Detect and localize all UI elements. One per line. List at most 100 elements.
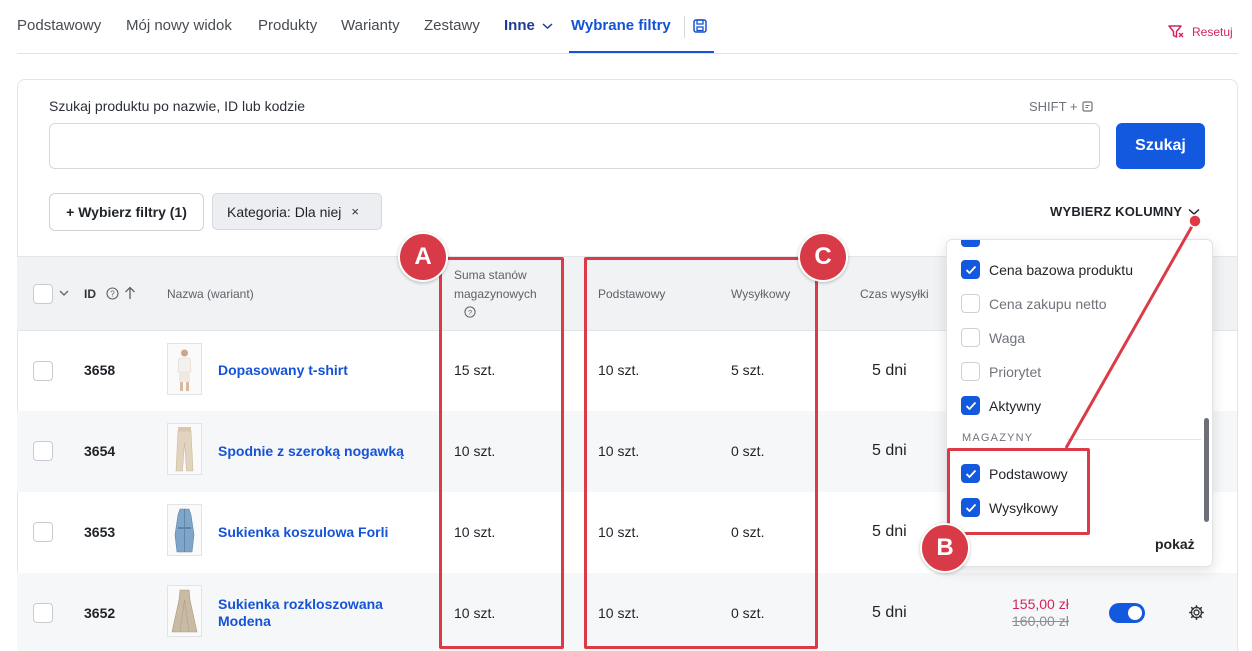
column-header-name[interactable]: Nazwa (wariant) [167,285,254,303]
search-input[interactable] [49,123,1100,169]
warehouse-option[interactable]: Podstawowy [961,464,1068,483]
active-toggle[interactable] [1109,603,1145,623]
warehouse-shipping-value: 0 szt. [731,605,765,621]
column-option[interactable]: Cena zakupu netto [961,294,1107,313]
help-icon[interactable]: ? [464,306,476,318]
product-name-link[interactable]: Sukienka rozkloszowana Modena [218,596,383,630]
ship-time-value[interactable]: 5 dni [872,362,907,380]
product-thumbnail[interactable] [167,585,202,637]
shirt-dress-image [174,508,195,553]
product-name-link[interactable]: Sukienka koszulowa Forli [218,524,388,541]
column-option-label: Aktywny [989,397,1042,414]
column-option[interactable]: Waga [961,328,1025,347]
flared-dress-image [171,589,198,633]
view-tabs: Podstawowy Mój nowy widok Produkty Waria… [0,0,1252,54]
checkbox-checked[interactable] [961,464,980,483]
tab-inne[interactable]: Inne [504,17,553,34]
column-option-label: Waga [989,329,1026,346]
warehouse-basic-value: 10 szt. [598,524,640,540]
tab-wybrane-filtry[interactable]: Wybrane filtry [571,17,671,34]
warehouse-shipping-value: 5 szt. [731,362,765,378]
warehouse-option[interactable]: Wysyłkowy [961,498,1058,517]
tab-warianty[interactable]: Warianty [341,17,400,34]
checkbox-unchecked[interactable] [961,294,980,313]
stock-sum-value: 15 szt. [454,362,496,378]
product-thumbnail[interactable] [167,343,202,395]
show-button[interactable]: pokaż [1155,536,1195,552]
checkbox-checked[interactable] [961,396,980,415]
svg-text:?: ? [110,290,115,299]
annotation-marker-a: A [398,232,448,282]
tab-moj-nowy-widok[interactable]: Mój nowy widok [126,17,232,34]
tab-inne-label: Inne [504,17,535,34]
section-heading-warehouses: MAGAZYNY [962,432,1034,444]
chevron-down-icon [1188,208,1200,215]
search-button[interactable]: Szukaj [1116,123,1205,169]
product-thumbnail[interactable] [167,423,202,475]
price-value: 155,00 zł [1012,596,1069,612]
column-header-stock-sum-line1[interactable]: Suma stanów [454,266,527,284]
check-icon [965,401,976,410]
shortcut-hint: SHIFT + [1029,99,1093,114]
column-header-warehouse-basic[interactable]: Podstawowy [598,285,665,303]
chevron-down-icon[interactable] [59,290,69,297]
warehouse-basic-value: 10 szt. [598,605,640,621]
save-icon[interactable] [692,18,708,34]
row-checkbox[interactable] [33,441,53,461]
column-option-label: Priorytet [989,363,1042,380]
row-id: 3654 [84,443,116,459]
checkbox-checked[interactable] [961,260,980,279]
column-header-id[interactable]: ID [84,285,96,303]
check-icon [965,503,976,512]
dd-checkbox-partial[interactable] [961,240,980,247]
ship-time-value[interactable]: 5 dni [872,442,907,460]
choose-columns-label: WYBIERZ KOLUMNY [1050,204,1183,219]
stock-sum-value: 10 szt. [454,524,496,540]
check-icon [965,469,976,478]
product-name-line: Sukienka rozkloszowana [218,596,383,612]
table-row[interactable]: 3652 Sukienka rozkloszowana Modena 10 szt… [17,573,1237,651]
row-checkbox[interactable] [33,361,53,381]
keyboard-key-icon [1081,101,1093,112]
checkbox-checked[interactable] [961,498,980,517]
tab-produkty[interactable]: Produkty [258,17,317,34]
column-option-label: Cena bazowa produktu [989,261,1133,278]
reset-button[interactable]: Resetuj [1168,22,1233,42]
dropdown-scrollbar[interactable] [1204,418,1209,522]
product-name-link[interactable]: Dopasowany t-shirt [218,362,348,379]
choose-columns-button[interactable]: WYBIERZ KOLUMNY [1050,204,1200,219]
ship-time-value[interactable]: 5 dni [872,604,907,622]
row-checkbox[interactable] [33,603,53,623]
column-header-warehouse-shipping[interactable]: Wysyłkowy [731,285,790,303]
choose-filters-button[interactable]: + Wybierz filtry (1) [49,193,204,231]
column-option[interactable]: Aktywny [961,396,1041,415]
column-option[interactable]: Cena bazowa produktu [961,260,1133,279]
checkbox-unchecked[interactable] [961,362,980,381]
warehouse-basic-value: 10 szt. [598,443,640,459]
tab-podstawowy[interactable]: Podstawowy [17,17,101,34]
column-header-stock-sum-line2[interactable]: magazynowych [454,285,537,303]
annotation-marker-c: C [798,232,848,282]
column-header-ship-time[interactable]: Czas wysyłki [860,285,929,303]
old-price-value: 160,00 zł [1012,613,1069,629]
sort-up-icon[interactable] [124,286,136,300]
row-id: 3658 [84,362,116,378]
filter-chip-category[interactable]: Kategoria: Dla niej × [212,193,382,230]
close-icon[interactable]: × [351,204,359,219]
help-icon[interactable]: ? [106,287,119,300]
stock-sum-value: 10 szt. [454,605,496,621]
stock-sum-value: 10 szt. [454,443,496,459]
warehouse-option-label: Wysyłkowy [989,499,1059,516]
tab-zestawy[interactable]: Zestawy [424,17,480,34]
column-option[interactable]: Priorytet [961,362,1041,381]
checkbox-unchecked[interactable] [961,328,980,347]
product-name-link[interactable]: Spodnie z szeroką nogawką [218,443,404,460]
gear-icon[interactable] [1188,604,1205,621]
column-picker-dropdown: Cena bazowa produktu Cena zakupu netto W… [946,239,1213,567]
svg-text:?: ? [468,308,472,317]
row-checkbox[interactable] [33,522,53,542]
ship-time-value[interactable]: 5 dni [872,523,907,541]
product-name-line: Modena [218,613,271,629]
select-all-checkbox[interactable] [33,284,53,304]
product-thumbnail[interactable] [167,504,202,556]
